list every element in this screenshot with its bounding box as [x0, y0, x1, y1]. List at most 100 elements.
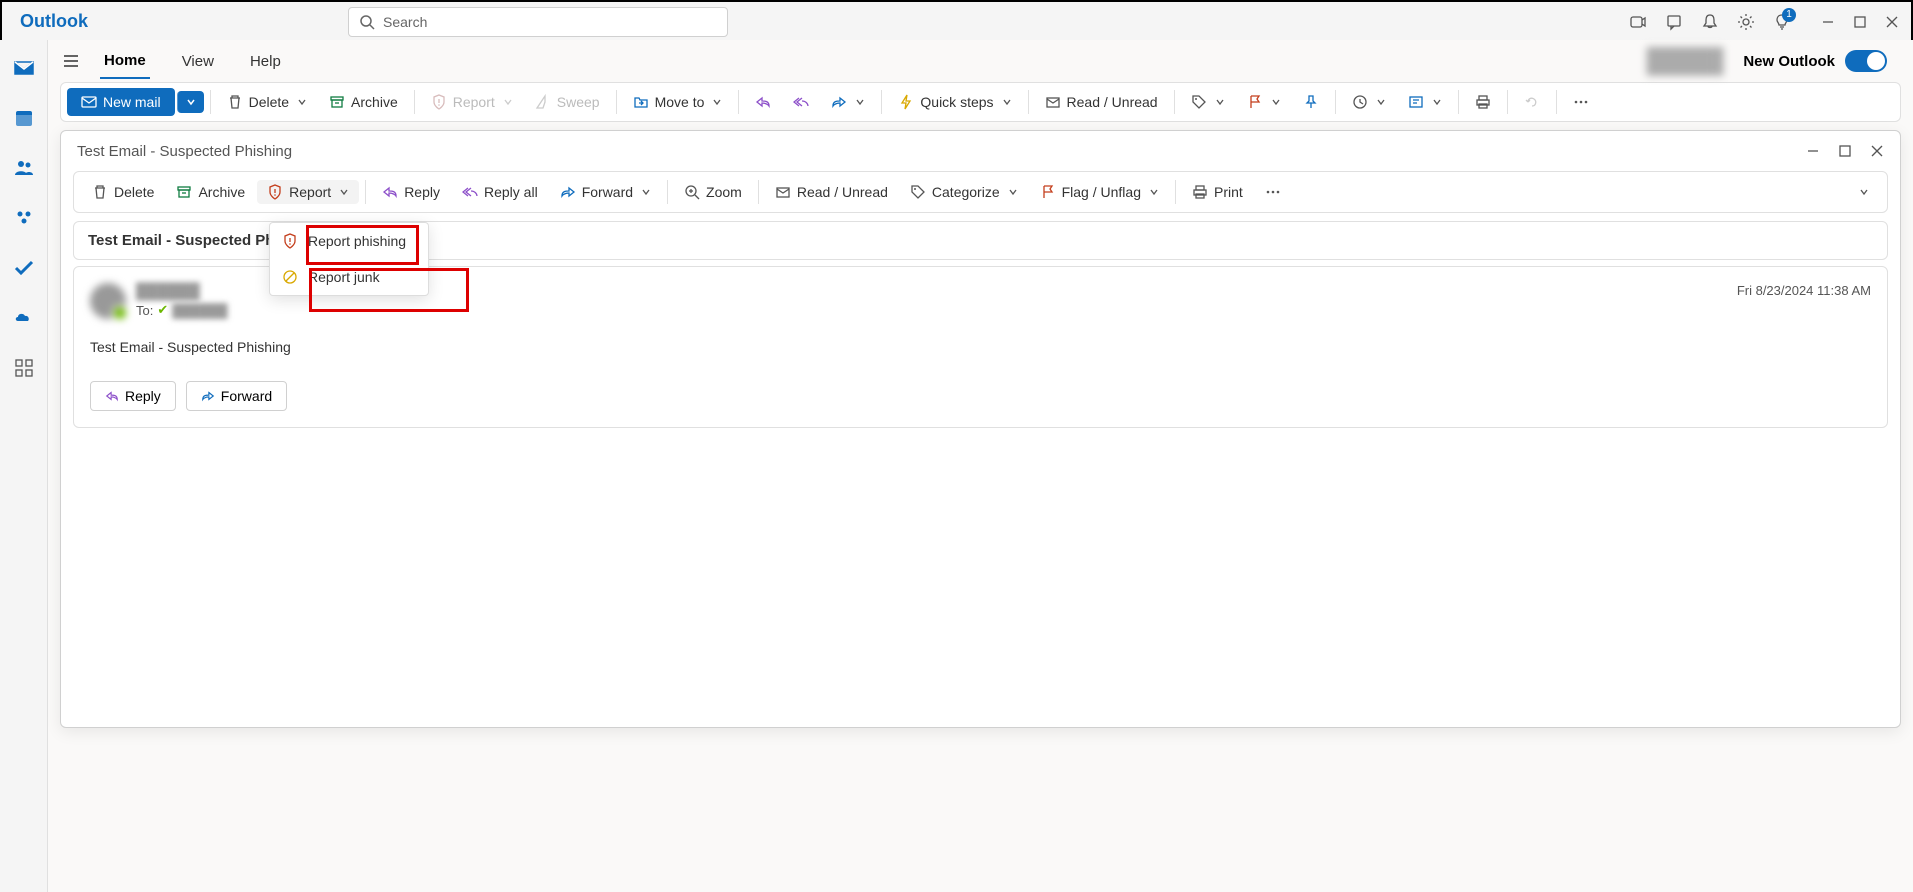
msgwin-minimize-icon[interactable]: [1806, 144, 1820, 158]
message-date: Fri 8/23/2024 11:38 AM: [1737, 283, 1871, 319]
msg-reply-button[interactable]: Reply: [372, 180, 450, 204]
forward-icon-button[interactable]: [821, 90, 875, 114]
tab-help[interactable]: Help: [246, 45, 285, 78]
reply-icon: [382, 184, 398, 200]
message-actions: Reply Forward: [90, 381, 1871, 411]
tips-icon[interactable]: 1: [1773, 13, 1791, 31]
reply-icon: [105, 389, 119, 403]
msgwin-close-icon[interactable]: [1870, 144, 1884, 158]
reply-all-icon-button[interactable]: [783, 90, 819, 114]
msg-more-button[interactable]: [1255, 180, 1291, 204]
msg-print-button[interactable]: Print: [1182, 180, 1253, 204]
shield-icon: [282, 233, 298, 249]
envelope-icon: [1045, 94, 1061, 110]
msgwin-maximize-icon[interactable]: [1838, 144, 1852, 158]
broom-icon: [535, 94, 551, 110]
gear-icon[interactable]: [1737, 13, 1755, 31]
ellipsis-icon: [1573, 94, 1589, 110]
reply-icon-button[interactable]: [745, 90, 781, 114]
reply-all-icon: [793, 94, 809, 110]
new-mail-chevron[interactable]: [177, 91, 204, 113]
message-window-title: Test Email - Suspected Phishing: [77, 143, 292, 160]
msg-report-button[interactable]: Report: [257, 180, 359, 204]
maximize-icon[interactable]: [1853, 15, 1867, 29]
quick-steps-button[interactable]: Quick steps: [888, 90, 1021, 114]
msg-flag-button[interactable]: Flag / Unflag: [1030, 180, 1169, 204]
to-line: To: ✔ ██████: [136, 302, 1737, 318]
tag-button[interactable]: [1181, 90, 1235, 114]
flag-icon: [1247, 94, 1263, 110]
todo-rail-icon[interactable]: [10, 254, 38, 282]
close-icon[interactable]: [1885, 15, 1899, 29]
msg-zoom-button[interactable]: Zoom: [674, 180, 752, 204]
apps-rail-icon[interactable]: [10, 354, 38, 382]
calendar-rail-icon[interactable]: [10, 104, 38, 132]
search-input[interactable]: Search: [348, 7, 728, 37]
report-phishing-item[interactable]: Report phishing: [270, 223, 428, 259]
msg-reply-all-button[interactable]: Reply all: [452, 180, 548, 204]
archive-icon: [176, 184, 192, 200]
account-info[interactable]: ██████████████████: [1647, 47, 1724, 75]
msg-forward-button[interactable]: Forward: [550, 180, 661, 204]
rules-button[interactable]: [1398, 90, 1452, 114]
mail-icon: [81, 94, 97, 110]
main-toolbar: New mail Delete Archive Report Sweep Mov…: [60, 82, 1901, 122]
snooze-button[interactable]: [1342, 90, 1396, 114]
sender-avatar[interactable]: [90, 283, 126, 319]
msg-archive-button[interactable]: Archive: [166, 180, 255, 204]
pin-icon: [1303, 94, 1319, 110]
hamburger-icon[interactable]: [62, 52, 80, 70]
new-outlook-toggle[interactable]: [1845, 50, 1887, 72]
message-window: Test Email - Suspected Phishing Delete A…: [60, 130, 1901, 728]
mail-rail-icon[interactable]: [10, 54, 38, 82]
tag-icon: [1191, 94, 1207, 110]
recipient: ██████: [172, 303, 227, 318]
more-button[interactable]: [1563, 90, 1599, 114]
lightning-icon: [898, 94, 914, 110]
notes-icon[interactable]: [1665, 13, 1683, 31]
rules-icon: [1408, 94, 1424, 110]
msg-read-unread-button[interactable]: Read / Unread: [765, 180, 898, 204]
shield-icon: [267, 184, 283, 200]
message-toolbar: Delete Archive Report Reply Reply all: [73, 171, 1888, 213]
msg-toolbar-chevron[interactable]: [1849, 183, 1879, 201]
flag-button[interactable]: [1237, 90, 1291, 114]
search-icon: [359, 14, 375, 30]
meet-now-icon[interactable]: [1629, 13, 1647, 31]
sweep-button: Sweep: [525, 90, 610, 114]
onedrive-rail-icon[interactable]: [10, 304, 38, 332]
report-button-disabled: Report: [421, 90, 523, 114]
pin-button[interactable]: [1293, 90, 1329, 114]
chevron-down-icon: [339, 187, 349, 197]
trash-icon: [227, 94, 243, 110]
forward-action-button[interactable]: Forward: [186, 381, 287, 411]
archive-button[interactable]: Archive: [319, 90, 408, 114]
main-content: Home View Help ██████████████████ New Ou…: [48, 40, 1913, 892]
groups-rail-icon[interactable]: [10, 204, 38, 232]
new-mail-button[interactable]: New mail: [67, 88, 175, 116]
forward-icon: [560, 184, 576, 200]
delete-button[interactable]: Delete: [217, 90, 317, 114]
minimize-icon[interactable]: [1821, 15, 1835, 29]
move-to-button[interactable]: Move to: [623, 90, 733, 114]
titlebar: Outlook Search 1: [2, 2, 1911, 42]
report-junk-item[interactable]: Report junk: [270, 259, 428, 295]
msg-categorize-button[interactable]: Categorize: [900, 180, 1028, 204]
flag-icon: [1040, 184, 1056, 200]
bell-icon[interactable]: [1701, 13, 1719, 31]
ellipsis-icon: [1265, 184, 1281, 200]
chevron-down-icon: [297, 97, 307, 107]
msg-delete-button[interactable]: Delete: [82, 180, 164, 204]
people-rail-icon[interactable]: [10, 154, 38, 182]
forward-icon: [831, 94, 847, 110]
folder-move-icon: [633, 94, 649, 110]
message-window-titlebar: Test Email - Suspected Phishing: [61, 131, 1900, 171]
print-button[interactable]: [1465, 90, 1501, 114]
new-outlook-label: New Outlook: [1743, 53, 1835, 70]
read-unread-button[interactable]: Read / Unread: [1035, 90, 1168, 114]
tab-view[interactable]: View: [178, 45, 218, 78]
message-text: Test Email - Suspected Phishing: [90, 339, 1871, 355]
reply-action-button[interactable]: Reply: [90, 381, 176, 411]
reply-icon: [755, 94, 771, 110]
tab-home[interactable]: Home: [100, 44, 150, 79]
